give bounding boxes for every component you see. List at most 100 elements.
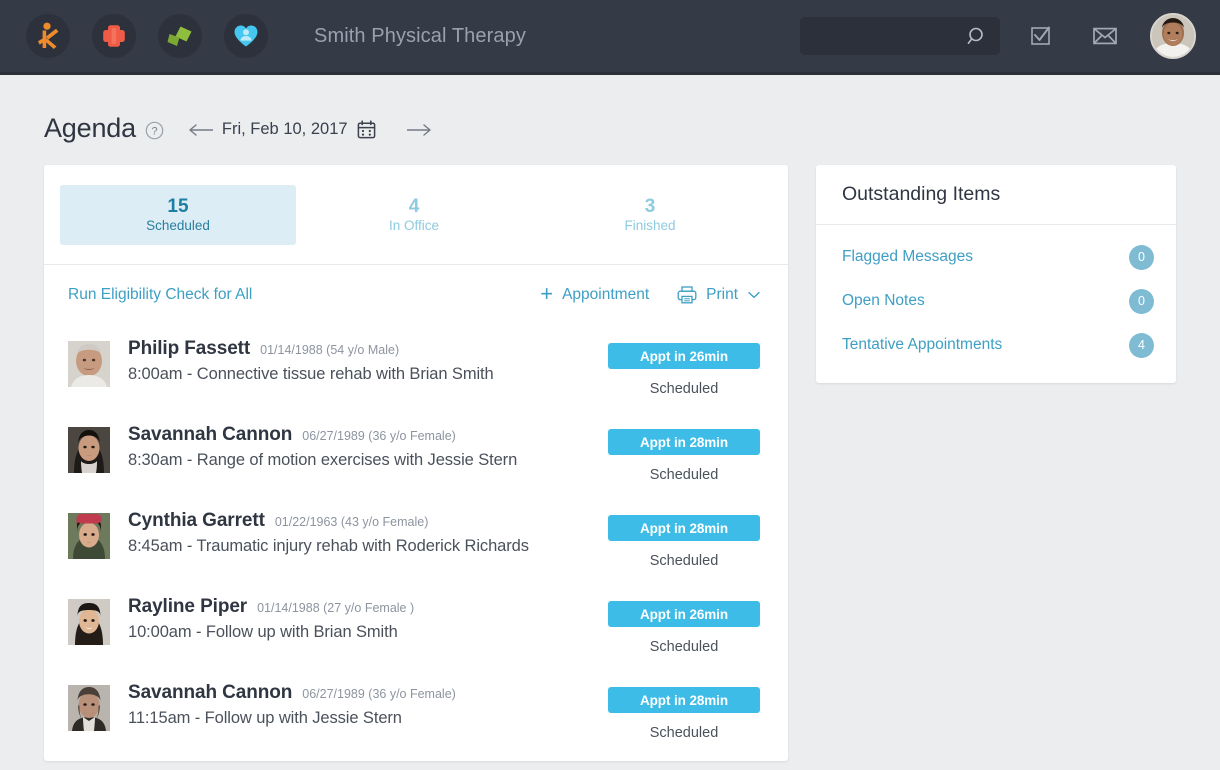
patient-demographics: 01/14/1988 (27 y/o Female ): [257, 601, 414, 615]
heart-patient-icon[interactable]: [224, 14, 268, 58]
agenda-status-tabs: 15 Scheduled 4 In Office 3 Finished: [44, 165, 788, 265]
list-item[interactable]: Tentative Appointments 4: [816, 323, 1176, 367]
table-row[interactable]: Cynthia Garrett 01/22/1963 (43 y/o Femal…: [44, 497, 788, 583]
appointment-name-line: Cynthia Garrett 01/22/1963 (43 y/o Femal…: [128, 510, 608, 532]
page-title: Agenda: [44, 113, 136, 144]
tentative-appointments-link[interactable]: Tentative Appointments: [842, 336, 1002, 354]
add-appointment-label: Appointment: [562, 286, 649, 304]
patient-photo: [68, 513, 110, 559]
appointment-info: Savannah Cannon 06/27/1989 (36 y/o Femal…: [128, 679, 608, 728]
appointment-countdown-button[interactable]: Appt in 28min: [608, 429, 760, 455]
patient-name[interactable]: Cynthia Garrett: [128, 510, 265, 532]
print-label: Print: [706, 286, 738, 304]
patient-name[interactable]: Rayline Piper: [128, 596, 247, 618]
help-circle-icon[interactable]: ?: [145, 121, 164, 140]
appointment-name-line: Philip Fassett 01/14/1988 (54 y/o Male): [128, 338, 608, 360]
page-header: Agenda ? Fri, Feb 10, 2017: [0, 75, 1220, 143]
tab-scheduled-count: 15: [167, 196, 188, 218]
table-row[interactable]: Philip Fassett 01/14/1988 (54 y/o Male) …: [44, 325, 788, 411]
tab-scheduled-label: Scheduled: [146, 218, 210, 233]
global-search[interactable]: [800, 17, 1000, 55]
kareo-k-icon[interactable]: [26, 14, 70, 58]
outstanding-items-list: Flagged Messages 0 Open Notes 0 Tentativ…: [816, 225, 1176, 383]
appointment-info: Rayline Piper 01/14/1988 (27 y/o Female …: [128, 593, 608, 642]
appointment-countdown-button[interactable]: Appt in 28min: [608, 687, 760, 713]
patient-demographics: 01/22/1963 (43 y/o Female): [275, 515, 429, 529]
open-notes-count: 0: [1129, 289, 1154, 314]
tab-finished-label: Finished: [624, 218, 675, 233]
flagged-messages-count: 0: [1129, 245, 1154, 270]
table-row[interactable]: Rayline Piper 01/14/1988 (27 y/o Female …: [44, 583, 788, 669]
appointment-actions: Appt in 28min Scheduled: [608, 507, 760, 569]
appointment-info: Cynthia Garrett 01/22/1963 (43 y/o Femal…: [128, 507, 608, 556]
status-badge: Scheduled: [650, 381, 719, 397]
calendar-icon[interactable]: [357, 120, 376, 139]
app-switcher: [26, 14, 268, 58]
user-avatar[interactable]: [1150, 13, 1196, 59]
appointment-actions: Appt in 26min Scheduled: [608, 335, 760, 397]
medical-cross-icon[interactable]: [92, 14, 136, 58]
current-date-label[interactable]: Fri, Feb 10, 2017: [222, 120, 348, 139]
patient-demographics: 06/27/1989 (36 y/o Female): [302, 687, 456, 701]
appointment-name-line: Savannah Cannon 06/27/1989 (36 y/o Femal…: [128, 424, 608, 446]
open-notes-link[interactable]: Open Notes: [842, 292, 925, 310]
run-eligibility-check-link[interactable]: Run Eligibility Check for All: [68, 286, 252, 304]
patient-photo: [68, 427, 110, 473]
appointment-countdown-button[interactable]: Appt in 26min: [608, 343, 760, 369]
appointment-description: 11:15am - Follow up with Jessie Stern: [128, 709, 608, 728]
appointment-actions: Appt in 28min Scheduled: [608, 679, 760, 741]
print-button[interactable]: Print: [677, 286, 760, 304]
tasks-checkbox-icon[interactable]: [1018, 13, 1064, 59]
appointment-description: 8:45am - Traumatic injury rehab with Rod…: [128, 537, 608, 556]
patient-photo: [68, 599, 110, 645]
patient-name[interactable]: Savannah Cannon: [128, 424, 292, 446]
status-badge: Scheduled: [650, 639, 719, 655]
previous-day-arrow[interactable]: [186, 117, 216, 143]
appointment-countdown-button[interactable]: Appt in 26min: [608, 601, 760, 627]
tab-in-office-count: 4: [409, 196, 420, 218]
nav-right-group: [800, 13, 1196, 59]
top-navigation-bar: Smith Physical Therapy: [0, 0, 1220, 75]
add-appointment-button[interactable]: + Appointment: [540, 285, 649, 305]
patient-demographics: 01/14/1988 (54 y/o Male): [260, 343, 399, 357]
date-navigator: Fri, Feb 10, 2017: [186, 117, 434, 143]
appointment-list: Philip Fassett 01/14/1988 (54 y/o Male) …: [44, 325, 788, 761]
agenda-action-buttons: + Appointment Print: [540, 285, 760, 305]
outstanding-items-header: Outstanding Items: [816, 165, 1176, 225]
chevron-down-icon: [748, 291, 760, 299]
appointment-name-line: Rayline Piper 01/14/1988 (27 y/o Female …: [128, 596, 608, 618]
appointment-info: Savannah Cannon 06/27/1989 (36 y/o Femal…: [128, 421, 608, 470]
search-input[interactable]: [800, 28, 967, 44]
organization-title: Smith Physical Therapy: [314, 25, 526, 48]
tab-finished[interactable]: 3 Finished: [532, 185, 768, 245]
tab-scheduled[interactable]: 15 Scheduled: [60, 185, 296, 245]
patient-name[interactable]: Philip Fassett: [128, 338, 250, 360]
tab-finished-count: 3: [645, 196, 656, 218]
appointment-description: 10:00am - Follow up with Brian Smith: [128, 623, 608, 642]
outstanding-items-title: Outstanding Items: [842, 183, 1000, 206]
appointment-name-line: Savannah Cannon 06/27/1989 (36 y/o Femal…: [128, 682, 608, 704]
svg-text:?: ?: [151, 125, 157, 137]
appointment-description: 8:30am - Range of motion exercises with …: [128, 451, 608, 470]
list-item[interactable]: Flagged Messages 0: [816, 235, 1176, 279]
page-content: 15 Scheduled 4 In Office 3 Finished Run …: [0, 143, 1220, 761]
flagged-messages-link[interactable]: Flagged Messages: [842, 248, 973, 266]
next-day-arrow[interactable]: [404, 117, 434, 143]
patient-name[interactable]: Savannah Cannon: [128, 682, 292, 704]
list-item[interactable]: Open Notes 0: [816, 279, 1176, 323]
agenda-action-bar: Run Eligibility Check for All + Appointm…: [44, 265, 788, 325]
appointment-description: 8:00am - Connective tissue rehab with Br…: [128, 365, 608, 384]
tab-in-office[interactable]: 4 In Office: [296, 185, 532, 245]
green-chart-icon[interactable]: [158, 14, 202, 58]
outstanding-items-card: Outstanding Items Flagged Messages 0 Ope…: [816, 165, 1176, 383]
status-badge: Scheduled: [650, 467, 719, 483]
tab-in-office-label: In Office: [389, 218, 439, 233]
messages-envelope-icon[interactable]: [1082, 13, 1128, 59]
appointment-countdown-button[interactable]: Appt in 28min: [608, 515, 760, 541]
table-row[interactable]: Savannah Cannon 06/27/1989 (36 y/o Femal…: [44, 669, 788, 755]
appointment-actions: Appt in 26min Scheduled: [608, 593, 760, 655]
plus-icon: +: [540, 283, 553, 305]
search-icon: [967, 26, 988, 47]
status-badge: Scheduled: [650, 725, 719, 741]
table-row[interactable]: Savannah Cannon 06/27/1989 (36 y/o Femal…: [44, 411, 788, 497]
